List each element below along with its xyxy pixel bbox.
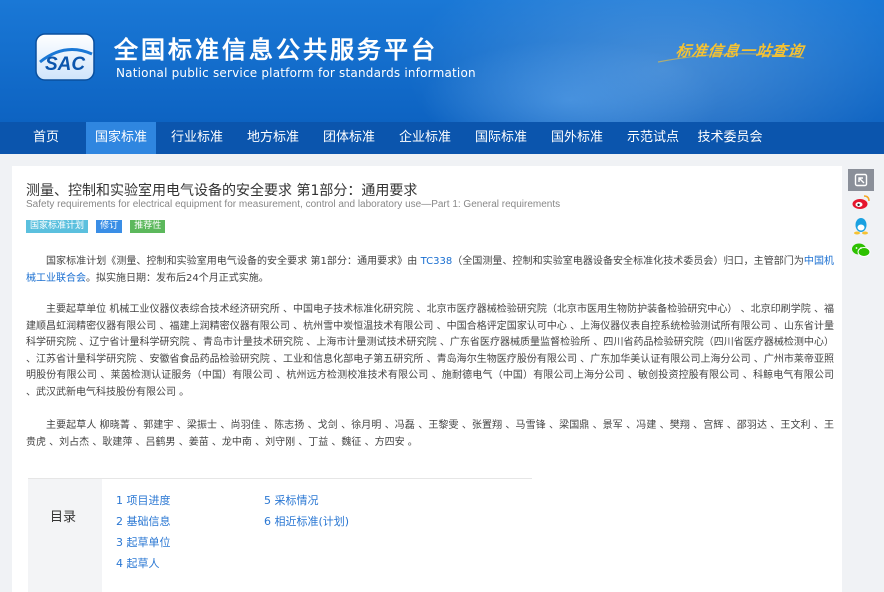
site-title-en: National public service platform for sta…: [116, 66, 476, 80]
standard-title: 测量、控制和实验室用电气设备的安全要求 第1部分：通用要求: [26, 183, 418, 199]
intro-paragraph: 国家标准计划《测量、控制和实验室用电气设备的安全要求 第1部分：通用要求》由 T…: [26, 254, 834, 287]
main-nav: 首页 国家标准 行业标准 地方标准 团体标准 企业标准 国际标准 国外标准 示范…: [0, 122, 884, 154]
nav-item-group-standards[interactable]: 团体标准: [314, 122, 384, 154]
svg-text:SAC: SAC: [45, 54, 85, 75]
qq-icon: [854, 218, 868, 235]
nav-item-technical-committees[interactable]: 技术委员会: [694, 122, 766, 154]
standard-tags: 国家标准计划 修订 推荐性: [26, 213, 168, 233]
tag-recommended: 推荐性: [130, 220, 166, 233]
toc-label-box: 目录: [28, 479, 102, 592]
toc-label: 目录: [50, 510, 77, 525]
wechat-icon: [852, 243, 871, 257]
tag-revision: 修订: [96, 220, 123, 233]
share-weibo-button[interactable]: [848, 191, 874, 213]
standard-detail-card: 测量、控制和实验室用电气设备的安全要求 第1部分：通用要求 Safety req…: [12, 166, 842, 592]
toc-item-progress[interactable]: 1 项目进度: [116, 492, 171, 508]
weibo-icon: [852, 195, 870, 209]
toc-item-drafters[interactable]: 4 起草人: [116, 555, 160, 571]
nav-item-international-standards[interactable]: 国际标准: [466, 122, 536, 154]
nav-item-industry-standards[interactable]: 行业标准: [162, 122, 232, 154]
nav-item-enterprise-standards[interactable]: 企业标准: [390, 122, 460, 154]
sac-logo[interactable]: SAC: [34, 32, 96, 82]
share-sidebar: [848, 167, 874, 263]
nav-item-local-standards[interactable]: 地方标准: [238, 122, 308, 154]
back-icon: [854, 173, 868, 187]
nav-item-home[interactable]: 首页: [20, 122, 72, 154]
intro-text-middle: （全国测量、控制和实验室电器设备安全标准化技术委员会）归口，主管部门为: [452, 256, 804, 267]
toc-item-basic-info[interactable]: 2 基础信息: [116, 513, 171, 529]
table-of-contents: 目录 1 项目进度 2 基础信息 3 起草单位 4 起草人 5 采标情况 6 相…: [28, 478, 532, 592]
site-header: SAC 全国标准信息公共服务平台 National public service…: [0, 0, 884, 122]
back-button[interactable]: [848, 169, 874, 191]
nav-item-foreign-standards[interactable]: 国外标准: [542, 122, 612, 154]
drafters-paragraph: 主要起草人 柳晓菁 、郭建宇 、梁振士 、尚羽佳 、陈志扬 、戈剑 、徐月明 、…: [26, 420, 834, 448]
nav-item-demo-pilots[interactable]: 示范试点: [618, 122, 688, 154]
toc-item-drafting-units[interactable]: 3 起草单位: [116, 534, 171, 550]
share-wechat-button[interactable]: [848, 239, 874, 261]
intro-text-suffix: 。拟实施日期：发布后24个月正式实施。: [86, 272, 269, 284]
tag-plan-type: 国家标准计划: [26, 220, 89, 233]
site-slogan: 标准信息一站查询: [674, 42, 806, 60]
standard-subtitle-en: Safety requirements for electrical equip…: [26, 199, 561, 210]
drafting-units-paragraph: 主要起草单位 机械工业仪器仪表综合技术经济研究所 、中国电子技术标准化研究院 、…: [26, 304, 834, 398]
share-qq-button[interactable]: [848, 215, 874, 237]
tc-link[interactable]: TC338: [421, 256, 453, 267]
toc-item-similar-standards[interactable]: 6 相近标准(计划): [264, 513, 349, 529]
intro-text-prefix: 国家标准计划《测量、控制和实验室用电气设备的安全要求 第1部分：通用要求》由: [46, 256, 421, 267]
nav-item-national-standards[interactable]: 国家标准: [86, 122, 156, 154]
toc-item-adoption[interactable]: 5 采标情况: [264, 492, 319, 508]
site-title-cn: 全国标准信息公共服务平台: [114, 36, 438, 64]
